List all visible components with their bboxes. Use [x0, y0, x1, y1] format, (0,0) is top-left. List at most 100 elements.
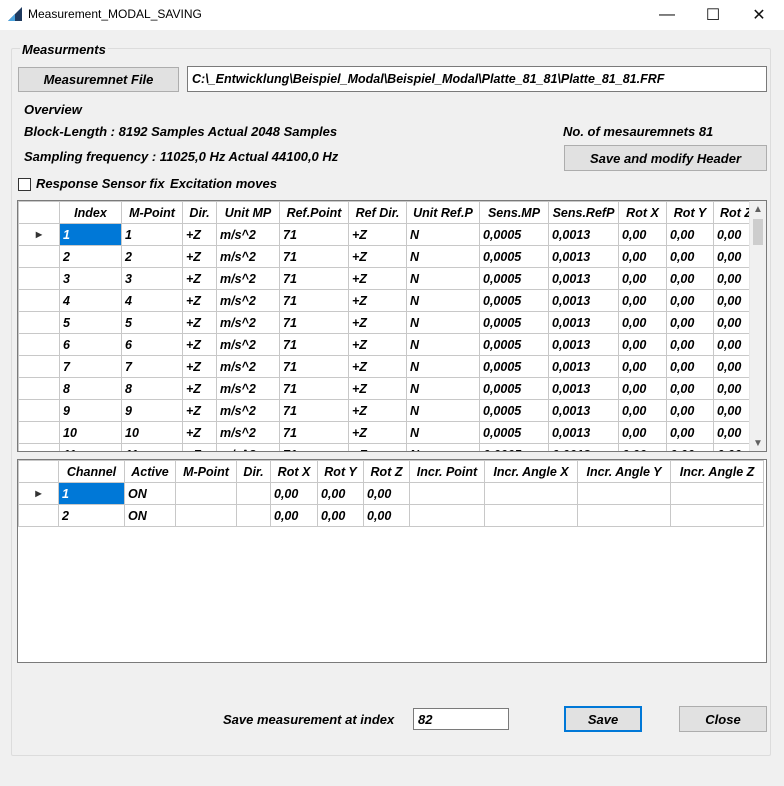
row-header[interactable]: ▶ [18, 482, 59, 505]
table-cell[interactable]: 0,00 [666, 443, 714, 451]
row-header[interactable] [18, 289, 60, 312]
table-cell[interactable]: 4 [121, 289, 183, 312]
table-cell[interactable]: 0,0013 [548, 443, 619, 451]
table-cell[interactable]: 0,00 [618, 399, 667, 422]
row-header[interactable] [18, 355, 60, 378]
table-cell[interactable]: m/s^2 [216, 421, 280, 444]
table-row[interactable]: ▶ 1 1 +Z m/s^2 71 +Z N 0,0005 0,0013 0,00 0,00 0,00 [18, 223, 759, 246]
table-cell[interactable]: 2 [58, 504, 125, 527]
column-header[interactable]: Rot Y [317, 460, 364, 483]
table-cell[interactable]: 0,0005 [479, 443, 549, 451]
column-header[interactable]: Unit MP [216, 201, 280, 224]
table-cell[interactable]: +Z [182, 377, 217, 400]
table-cell[interactable]: +Z [348, 333, 407, 356]
table-cell[interactable]: 0,00 [666, 311, 714, 334]
table-cell[interactable]: 3 [59, 267, 122, 290]
table-cell[interactable]: 1 [59, 223, 122, 246]
table-cell[interactable]: +Z [348, 267, 407, 290]
table-cell[interactable]: N [406, 333, 480, 356]
table-cell[interactable]: +Z [348, 289, 407, 312]
table-cell[interactable]: 0,00 [618, 421, 667, 444]
table-cell[interactable] [236, 504, 271, 527]
table-cell[interactable]: N [406, 289, 480, 312]
table-cell[interactable]: N [406, 443, 480, 451]
column-header[interactable]: Incr. Angle Y [577, 460, 671, 483]
table-cell[interactable]: m/s^2 [216, 223, 280, 246]
file-path-field[interactable]: C:\_Entwicklung\Beispiel_Modal\Beispiel_… [187, 66, 767, 92]
table-cell[interactable] [175, 504, 237, 527]
table-row[interactable]: 2 2 +Z m/s^2 71 +Z N 0,0005 0,0013 0,00 0,00 0,00 [18, 245, 759, 268]
table-cell[interactable]: m/s^2 [216, 377, 280, 400]
row-header[interactable] [18, 333, 60, 356]
table-cell[interactable]: 0,00 [666, 289, 714, 312]
table-cell[interactable]: 0,00 [317, 504, 364, 527]
table-cell[interactable]: 0,00 [618, 245, 667, 268]
scroll-thumb[interactable] [753, 219, 763, 245]
table-cell[interactable]: 0,00 [618, 267, 667, 290]
save-button[interactable]: Save [564, 706, 642, 732]
table-cell[interactable]: +Z [182, 245, 217, 268]
table-cell[interactable] [670, 482, 764, 505]
column-header[interactable]: Rot Y [666, 201, 714, 224]
table-row[interactable]: 8 8 +Z m/s^2 71 +Z N 0,0005 0,0013 0,00 0,00 0,00 [18, 377, 759, 400]
table-cell[interactable]: m/s^2 [216, 245, 280, 268]
table-cell[interactable]: 0,0013 [548, 355, 619, 378]
table-row[interactable]: 1111+Zm/s^271+ZN0,00050,00130,000,000,00 [18, 443, 759, 451]
table-cell[interactable]: 0,00 [618, 333, 667, 356]
table-cell[interactable]: 71 [279, 421, 349, 444]
table-cell[interactable]: m/s^2 [216, 355, 280, 378]
column-header[interactable]: Index [59, 201, 122, 224]
table-cell[interactable]: N [406, 399, 480, 422]
table-row[interactable]: 4 4 +Z m/s^2 71 +Z N 0,0005 0,0013 0,00 0,00 0,00 [18, 289, 759, 312]
table-cell[interactable]: m/s^2 [216, 311, 280, 334]
table-cell[interactable]: N [406, 245, 480, 268]
row-header[interactable] [18, 311, 60, 334]
table-cell[interactable]: 0,0013 [548, 245, 619, 268]
table-row[interactable]: 6 6 +Z m/s^2 71 +Z N 0,0005 0,0013 0,00 0,00 0,00 [18, 333, 759, 356]
column-header[interactable]: Sens.RefP [548, 201, 619, 224]
measurements-grid[interactable]: Index M-Point Dir. Unit MP Ref.Point Ref Dir.… [17, 200, 767, 452]
table-cell[interactable]: 6 [121, 333, 183, 356]
column-header[interactable]: Dir. [236, 460, 271, 483]
table-cell[interactable] [409, 482, 485, 505]
table-cell[interactable]: 71 [279, 223, 349, 246]
table-cell[interactable]: 0,0013 [548, 421, 619, 444]
table-cell[interactable]: 71 [279, 267, 349, 290]
table-cell[interactable]: 11 [59, 443, 122, 451]
column-header[interactable]: Sens.MP [479, 201, 549, 224]
table-cell[interactable]: +Z [182, 267, 217, 290]
table-cell[interactable]: 0,00 [363, 504, 410, 527]
table-cell[interactable]: 7 [121, 355, 183, 378]
table-cell[interactable]: 6 [59, 333, 122, 356]
table-cell[interactable]: 0,0013 [548, 267, 619, 290]
measurement-file-button[interactable]: Measuremnet File [18, 67, 179, 92]
table-cell[interactable]: 71 [279, 443, 349, 451]
table-row[interactable]: 10 10 +Z m/s^2 71 +Z N 0,0005 0,0013 0,00 0,00 0,00 [18, 421, 759, 444]
row-header[interactable] [18, 443, 60, 451]
table-cell[interactable]: m/s^2 [216, 399, 280, 422]
table-cell[interactable]: +Z [182, 399, 217, 422]
table-cell[interactable]: 0,00 [666, 333, 714, 356]
table-cell[interactable]: 71 [279, 399, 349, 422]
column-header[interactable]: M-Point [175, 460, 237, 483]
table-cell[interactable]: 2 [121, 245, 183, 268]
table-cell[interactable]: 0,0005 [479, 399, 549, 422]
table-cell[interactable]: 4 [59, 289, 122, 312]
table-row[interactable]: 7 7 +Z m/s^2 71 +Z N 0,0005 0,0013 0,00 0,00 0,00 [18, 355, 759, 378]
table-cell[interactable] [409, 504, 485, 527]
table-cell[interactable]: m/s^2 [216, 443, 280, 451]
table-cell[interactable]: +Z [182, 421, 217, 444]
table-cell[interactable] [670, 504, 764, 527]
table-cell[interactable]: 10 [121, 421, 183, 444]
table-cell[interactable]: 71 [279, 245, 349, 268]
scroll-up-icon[interactable]: ▲ [750, 201, 766, 217]
table-cell[interactable]: ON [124, 482, 176, 505]
table-cell[interactable]: N [406, 355, 480, 378]
table-cell[interactable]: 0,00 [363, 482, 410, 505]
column-header[interactable]: Dir. [182, 201, 217, 224]
table-cell[interactable]: m/s^2 [216, 289, 280, 312]
channels-grid[interactable]: Channel Active M-Point Dir. Rot X Rot Y Rot ZI… [17, 459, 767, 663]
table-cell[interactable]: ON [124, 504, 176, 527]
table-cell[interactable]: 5 [59, 311, 122, 334]
close-window-button[interactable]: ✕ [736, 0, 782, 30]
